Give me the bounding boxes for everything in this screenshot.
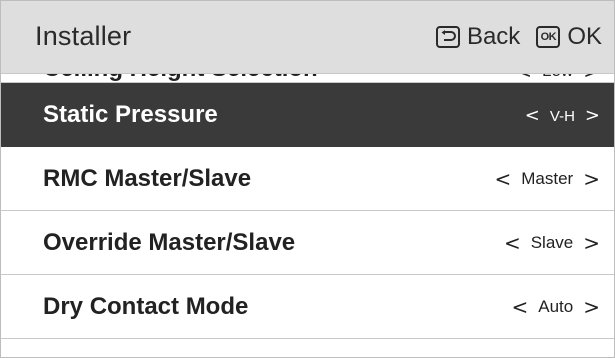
row-override-master-slave[interactable]: Override Master/Slave < Slave > [1, 211, 614, 275]
row-value: Master [521, 169, 574, 188]
settings-list: Ceiling Height Selection < Low > Static … [1, 33, 614, 339]
row-value: Auto [538, 297, 574, 316]
ok-key-icon: OK [536, 26, 561, 48]
back-arrow-icon [435, 26, 460, 48]
chevron-right-icon[interactable]: > [581, 233, 602, 253]
chevron-left-icon[interactable]: < [523, 107, 542, 125]
row-value-control: < V-H > [523, 107, 602, 125]
chevron-left-icon[interactable]: < [493, 169, 514, 189]
row-dry-contact-mode[interactable]: Dry Contact Mode < Auto > [1, 275, 614, 339]
row-value: Slave [530, 233, 574, 252]
ok-button[interactable]: OK OK [536, 23, 602, 51]
row-rmc-master-slave[interactable]: RMC Master/Slave < Master > [1, 147, 614, 211]
page-title: Installer [35, 21, 132, 51]
chevron-left-icon[interactable]: < [502, 233, 523, 253]
chevron-right-icon[interactable]: > [581, 169, 602, 189]
row-value-control: < Master > [493, 169, 603, 189]
row-label: RMC Master/Slave [43, 165, 252, 192]
back-label: Back [466, 23, 521, 50]
row-static-pressure[interactable]: Static Pressure < V-H > [1, 83, 614, 147]
row-value: V-H [549, 107, 575, 125]
ok-label: OK [567, 23, 602, 50]
chevron-right-icon[interactable]: > [583, 107, 602, 125]
chevron-right-icon[interactable]: > [581, 297, 602, 317]
row-value-control: < Slave > [502, 233, 602, 253]
installer-screen: Ceiling Height Selection < Low > Static … [0, 0, 615, 358]
header-bar: Installer Back OK OK [1, 1, 614, 74]
row-label: Static Pressure [43, 101, 218, 128]
chevron-left-icon[interactable]: < [509, 297, 530, 317]
back-button[interactable]: Back [435, 23, 521, 51]
row-label: Override Master/Slave [43, 229, 296, 256]
row-label: Dry Contact Mode [43, 293, 249, 320]
row-value-control: < Auto > [509, 297, 602, 317]
header-actions: Back OK OK [435, 23, 602, 51]
